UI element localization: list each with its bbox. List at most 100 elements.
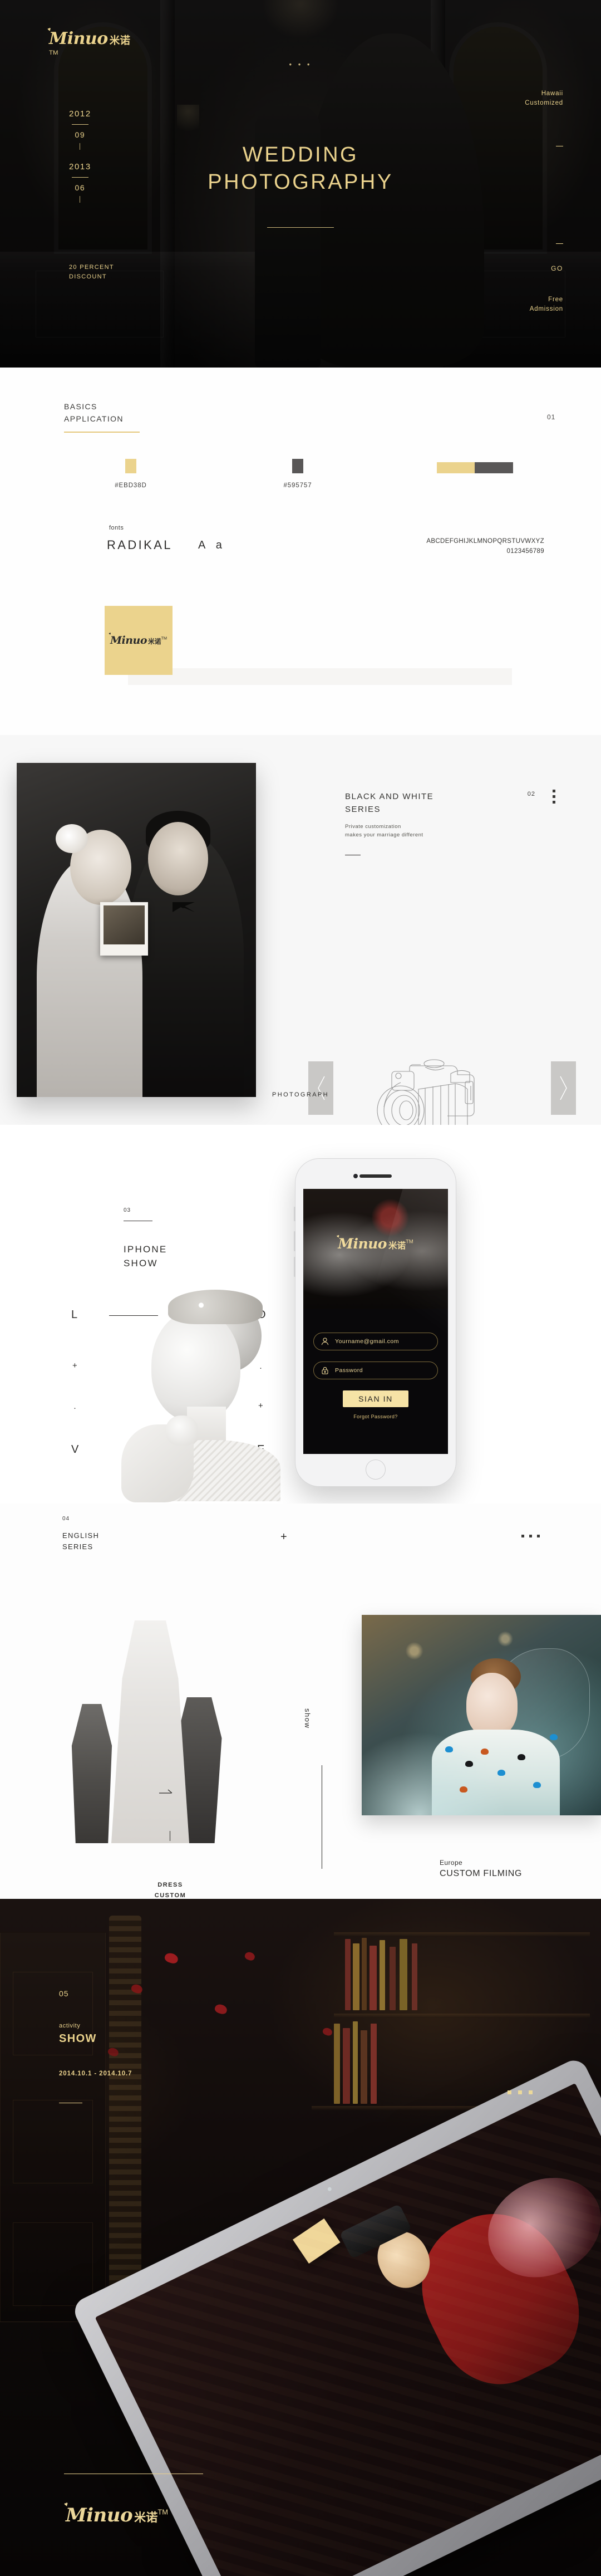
iphone-mockup: ♥ Minuo米诺TM Yourname@gmail.com Password [294, 1158, 456, 1487]
hero-nav-dash-bottom [556, 243, 563, 244]
forgot-password-link[interactable]: Forgot Password? [303, 1414, 448, 1419]
hero-dots: • • • [289, 60, 312, 68]
bw-subtitle-line1: Private customization [345, 824, 401, 830]
app-logo-latin: Minuo [338, 1236, 387, 1252]
logo-latin: Minuo [49, 29, 108, 48]
hero-go-button[interactable]: GO [551, 265, 563, 272]
bw-section-number: 02 [527, 791, 535, 797]
hero-nav-hawaii[interactable]: Hawaii Customized [525, 89, 563, 109]
butterfly-decoration [518, 1754, 525, 1760]
book [353, 1943, 359, 2010]
basics-title-line2: APPLICATION [64, 414, 124, 423]
color-swatch-gray: #595757 [275, 459, 320, 489]
timeline-month-bottom: 06 [75, 183, 86, 192]
butterfly-fairy-photo [362, 1615, 601, 1815]
email-field[interactable]: Yourname@gmail.com [313, 1333, 438, 1350]
chandelier-decoration [262, 0, 339, 39]
phone-mute-switch[interactable] [294, 1207, 295, 1221]
chevron-right-icon[interactable] [551, 1061, 576, 1115]
nav2-line2: Admission [529, 306, 563, 313]
english-series-section: 04 ENGLISH SERIES + DRESS CUSTOM show Eu… [0, 1504, 601, 1899]
english-title-line1: ENGLISH [62, 1531, 100, 1540]
couple-photograph [17, 763, 256, 1097]
tablet-front-camera [327, 2186, 332, 2192]
hero-nav-admission[interactable]: Free Admission [530, 295, 563, 315]
nav-line2: Customized [525, 100, 563, 107]
card-logo-trademark: TM [161, 635, 168, 641]
brand-logo[interactable]: ♥ Minuo 米诺TM [47, 26, 131, 60]
show-vertical-label: show [303, 1708, 312, 1729]
hero-timeline[interactable]: 2012 09 2013 06 [69, 109, 91, 207]
iphone-heading: IPHONE SHOW [124, 1243, 167, 1270]
portrait-hand [166, 1416, 198, 1446]
login-screen: ♥ Minuo米诺TM Yourname@gmail.com Password [303, 1189, 448, 1454]
font-sample-aa: A a [198, 539, 226, 551]
filming-caption: Europe CUSTOM FILMING [440, 1859, 522, 1879]
book [343, 2028, 350, 2104]
logo-trademark: TM [49, 50, 58, 56]
chevron-left-icon[interactable] [308, 1061, 333, 1115]
timeline-rule-top [71, 124, 88, 125]
basics-section-number: 01 [547, 413, 556, 421]
app-logo-chinese: 米诺 [388, 1241, 406, 1251]
sign-in-button[interactable]: SIAN IN [343, 1390, 408, 1407]
basics-underline [64, 432, 140, 433]
promo-line2: DISCOUNT [69, 273, 107, 281]
polaroid-photo [100, 902, 148, 956]
timeline-month-top: 09 [75, 130, 86, 139]
arrow-right-icon [159, 1787, 174, 1798]
password-field[interactable]: Password [313, 1362, 438, 1379]
ellipsis-icon[interactable] [521, 1535, 540, 1537]
swatch-label-gray: #595757 [283, 482, 312, 489]
butterfly-decoration [460, 1786, 467, 1793]
sconce-left [177, 105, 199, 138]
promo-line1: 20 PERCENT [69, 264, 114, 271]
phone-volume-down-button[interactable] [294, 1257, 295, 1277]
groom-face [148, 822, 208, 895]
footer-logo[interactable]: ♥ Minuo 米诺TM [63, 2501, 168, 2525]
english-title-line2: SERIES [62, 1542, 93, 1551]
password-placeholder: Password [335, 1367, 363, 1374]
footer-logo-trademark: TM [157, 2508, 168, 2516]
book [380, 1940, 385, 2010]
combo-half-gold [437, 462, 475, 473]
timeline-rule-bottom [71, 177, 88, 178]
hero-underline [267, 227, 334, 228]
bw-title-line2: SERIES [345, 804, 381, 814]
activity-title: SHOW [59, 2033, 97, 2045]
dress-caption-line1: DRESS [157, 1882, 183, 1888]
kebab-menu-icon[interactable] [553, 790, 555, 806]
butterfly-decoration [465, 1761, 473, 1767]
bookshelf-row [334, 1932, 590, 1937]
dress-caption: DRESS CUSTOM [126, 1880, 215, 1901]
black-white-section: BLACK AND WHITE SERIES Private customiza… [0, 735, 601, 1138]
activity-section-number: 05 [59, 1989, 69, 1998]
fonts-label: fonts [109, 525, 124, 531]
love-letter-l: L [71, 1309, 78, 1321]
activity-kicker: activity [59, 2022, 81, 2029]
bw-title-line1: BLACK AND WHITE [345, 792, 434, 801]
iphone-section-number: 03 [124, 1207, 131, 1213]
portrait-head [151, 1310, 240, 1421]
phone-home-button[interactable] [366, 1460, 386, 1480]
hero-section: ♥ Minuo 米诺TM • • • WEDDING PHOTOGRAPHY 20… [0, 0, 601, 368]
dress-center [111, 1620, 189, 1843]
nav2-line1: Free [548, 296, 563, 303]
hero-promo[interactable]: 20 PERCENT DISCOUNT [69, 263, 114, 282]
color-swatch-gold: #EBD38D [109, 459, 153, 489]
tulle-skirt [362, 1732, 506, 1815]
butterfly-decoration [550, 1734, 558, 1740]
logo-chinese: 米诺 [109, 35, 130, 47]
book [371, 2024, 377, 2104]
dress-left [71, 1704, 112, 1843]
love-letter-v: V [71, 1443, 80, 1456]
phone-volume-up-button[interactable] [294, 1231, 295, 1251]
book [390, 1947, 396, 2010]
color-combo-bar [437, 462, 513, 473]
ellipsis-icon[interactable] [508, 2090, 533, 2094]
plus-icon[interactable]: + [280, 1531, 287, 1542]
app-logo: ♥ Minuo 米诺TM [303, 1233, 448, 1252]
bw-subtitle-line2: makes your marriage different [345, 832, 423, 839]
dress-collection-image [58, 1620, 242, 1843]
timeline-year-bottom: 2013 [69, 162, 91, 172]
